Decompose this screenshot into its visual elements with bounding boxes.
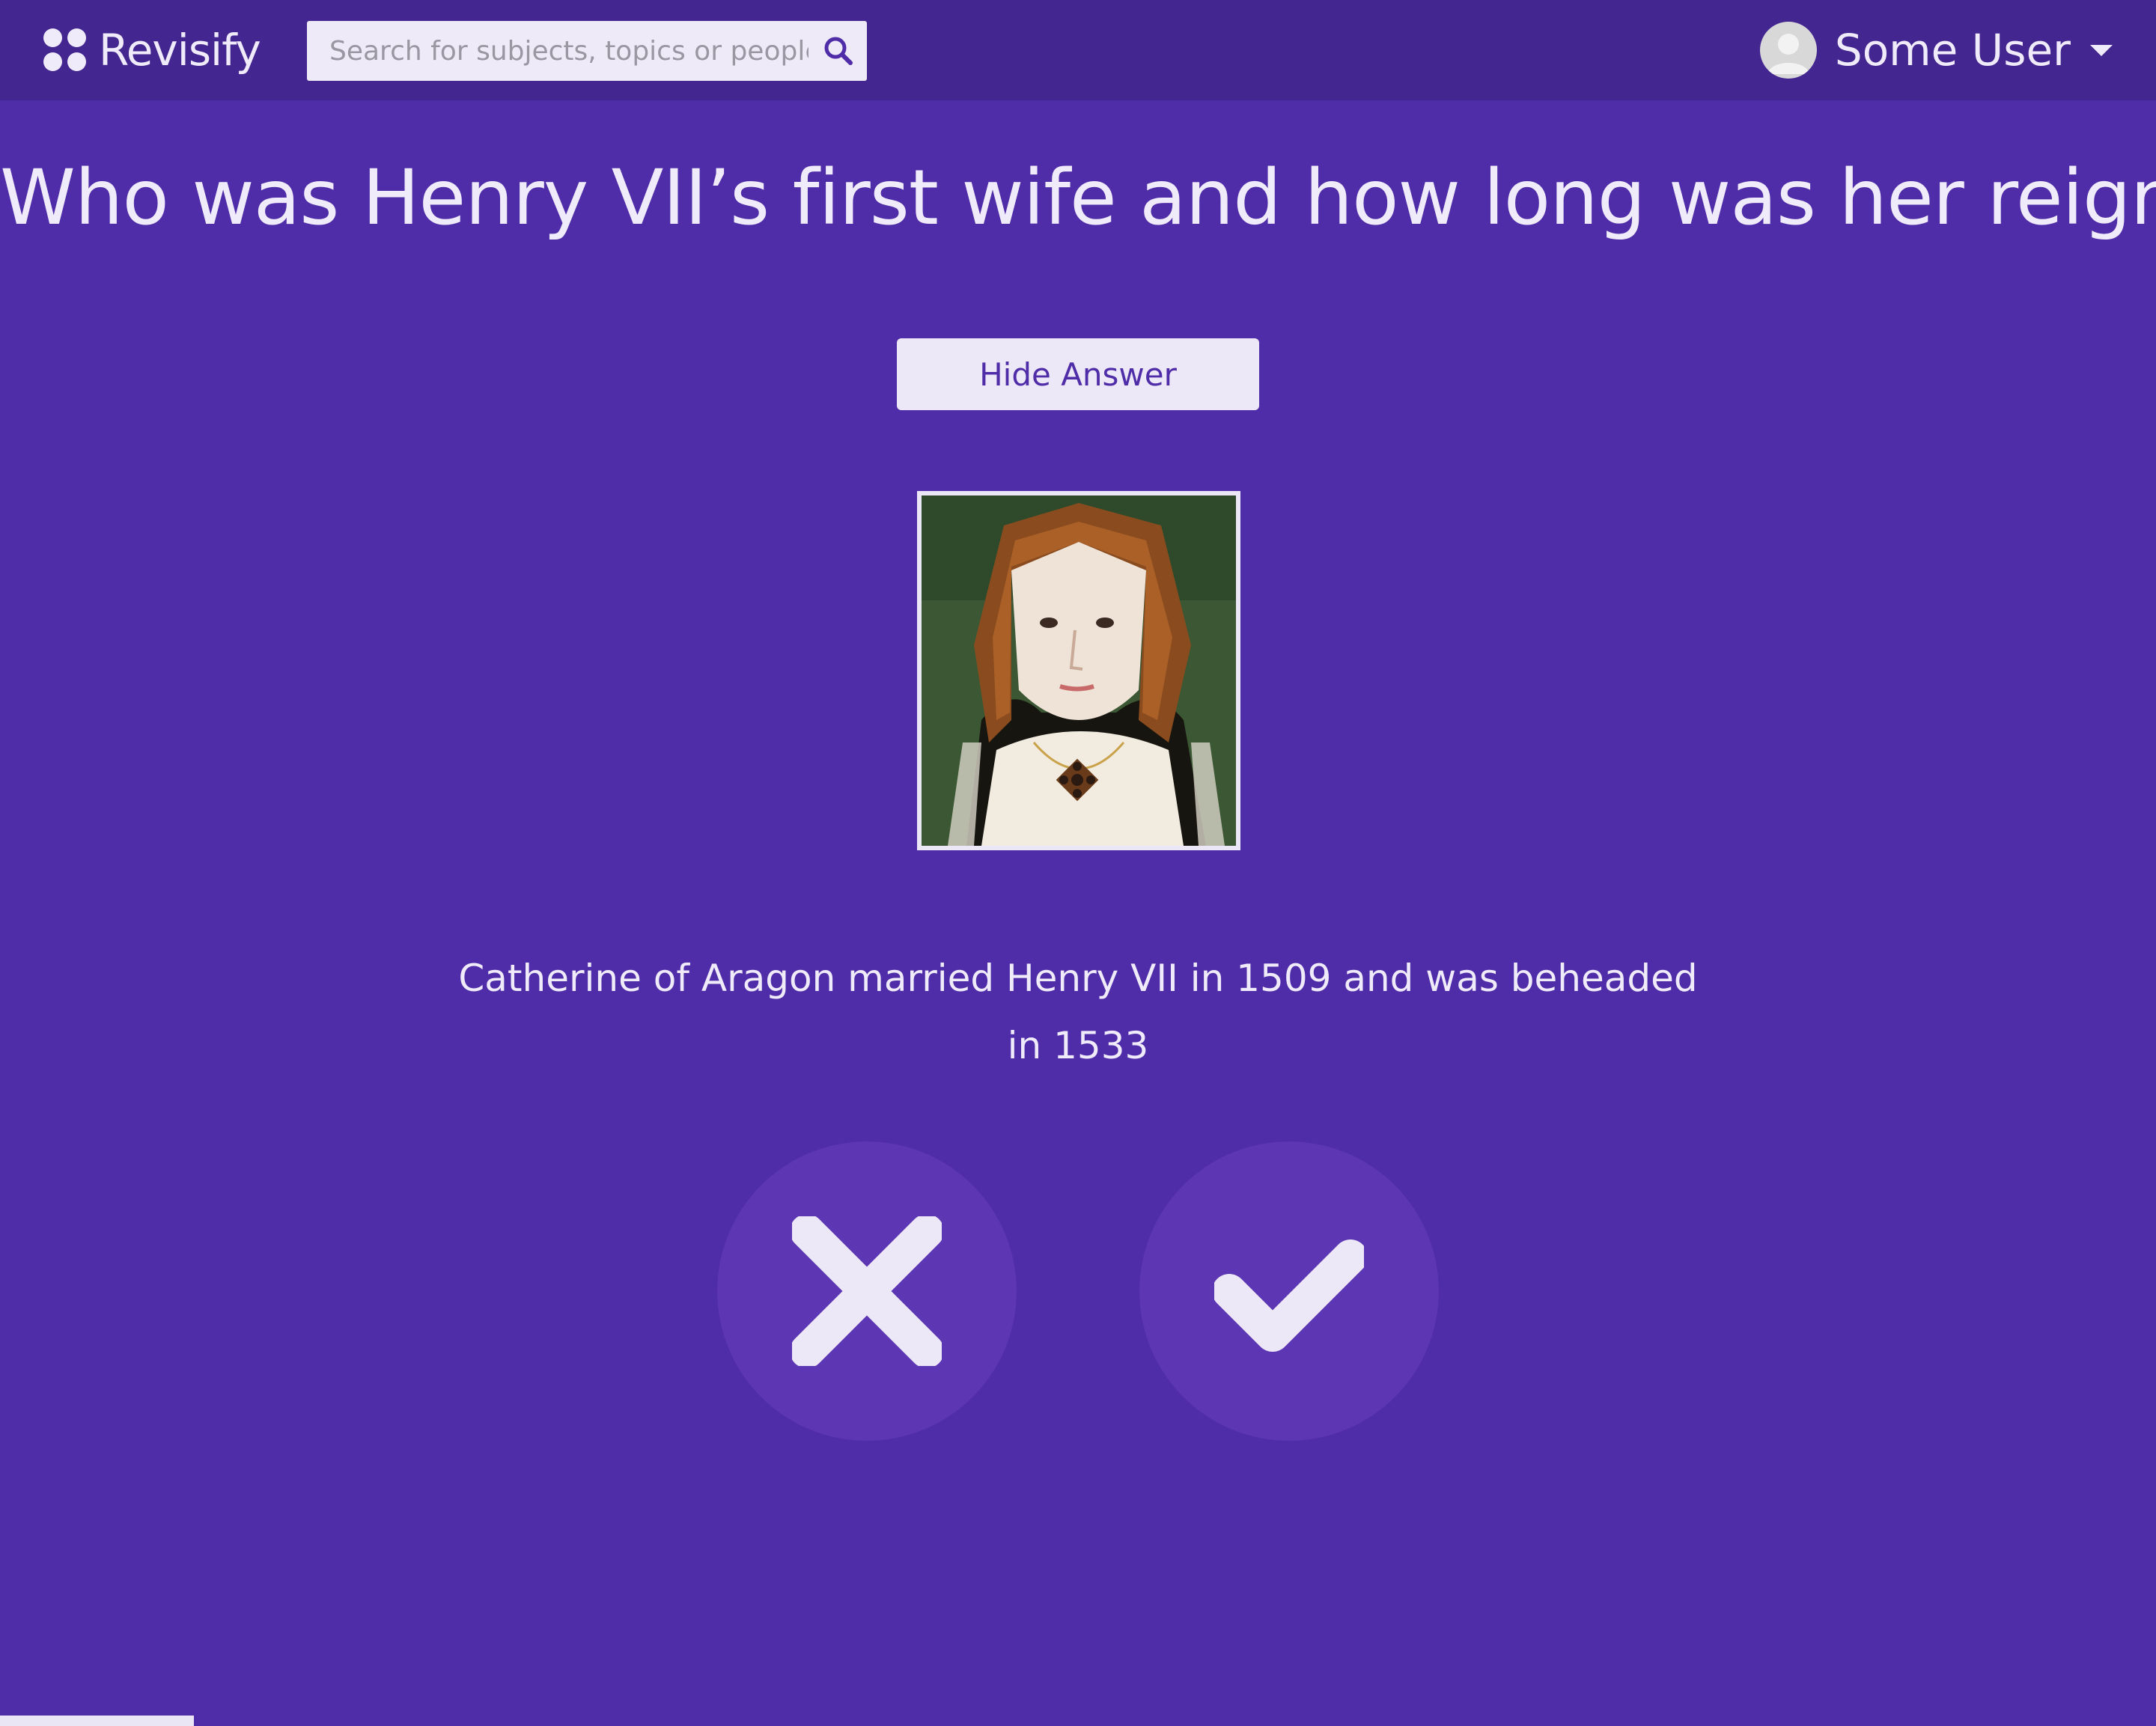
search-bar xyxy=(307,21,867,81)
user-name: Some User xyxy=(1834,25,2071,76)
user-menu[interactable]: Some User xyxy=(1759,19,2113,81)
brand-name: Revisify xyxy=(99,25,261,76)
hide-answer-button[interactable]: Hide Answer xyxy=(897,338,1259,410)
close-icon xyxy=(792,1216,942,1366)
progress-fill xyxy=(0,1716,195,1726)
top-navbar: Revisify Some User xyxy=(0,0,2156,100)
mark-wrong-button[interactable] xyxy=(717,1141,1017,1441)
brand-logo[interactable]: Revisify xyxy=(43,22,261,78)
avatar xyxy=(1759,22,1817,79)
logo-icon xyxy=(43,28,87,72)
mark-correct-button[interactable] xyxy=(1139,1141,1439,1441)
search-icon[interactable] xyxy=(820,33,856,69)
answer-text: Catherine of Aragon married Henry VII in… xyxy=(458,957,1698,1067)
search-input[interactable] xyxy=(329,25,808,77)
checkmark-icon xyxy=(1214,1239,1364,1352)
chevron-down-icon xyxy=(2090,44,2113,56)
question-text: Who was Henry VII’s first wife and how l… xyxy=(0,153,2156,243)
progress-bar xyxy=(0,1716,2156,1726)
answer-image xyxy=(917,491,1240,850)
portrait-illustration xyxy=(922,495,1236,846)
